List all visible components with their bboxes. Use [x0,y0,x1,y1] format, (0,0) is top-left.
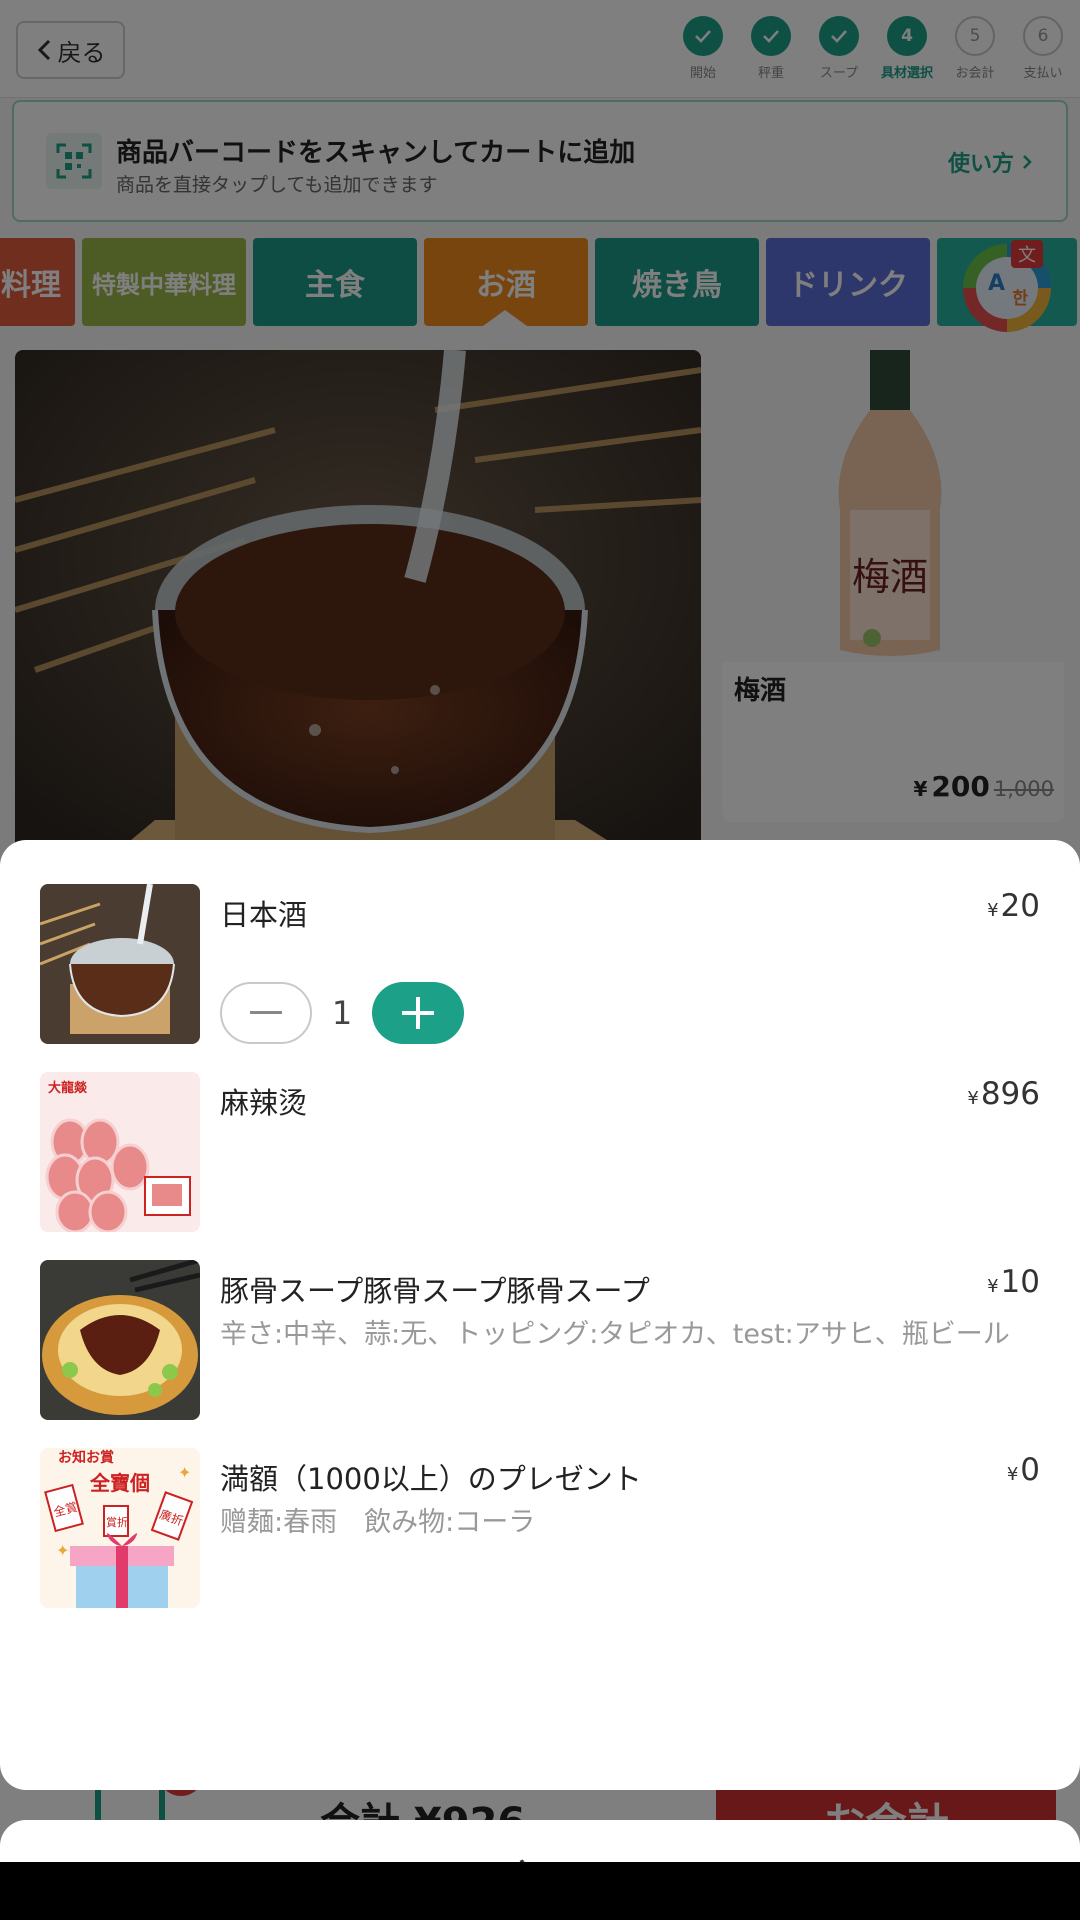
quantity-stepper: 1 [220,982,464,1044]
quantity-value: 1 [331,994,353,1032]
minus-icon [250,1011,282,1014]
price-value: 20 [1000,888,1040,924]
increase-button[interactable] [372,982,464,1044]
decrease-button[interactable] [220,982,312,1044]
svg-text:✦: ✦ [178,1463,191,1482]
cart-item: 日本酒 ¥ 20 1 [40,884,1040,1054]
item-name: 豚骨スープ豚骨スープ豚骨スープ [220,1274,650,1308]
item-name: 日本酒 [220,898,308,932]
item-price: ¥ 10 [987,1264,1040,1300]
item-name: 麻辣烫 [220,1086,308,1120]
price-value: 0 [1020,1452,1040,1488]
cart-item: 豚骨スープ豚骨スープ豚骨スープ 辛さ:中辛、蒜:无、トッピング:タピオカ、tes… [40,1260,1040,1430]
item-thumbnail [40,1260,200,1420]
item-price: ¥ 896 [967,1076,1040,1112]
thumb-brand-text: 大龍燚 [48,1080,88,1096]
currency: ¥ [987,1276,999,1297]
item-thumbnail [40,884,200,1044]
price-value: 10 [1000,1264,1040,1300]
item-thumbnail: 大龍燚 [40,1072,200,1232]
item-options: 赠麺:春雨 飲み物:コーラ [220,1507,536,1538]
item-price: ¥ 20 [987,888,1040,924]
currency: ¥ [987,900,999,921]
item-options: 辛さ:中辛、蒜:无、トッピング:タピオカ、test:アサヒ、瓶ビール [220,1319,1010,1350]
cart-item: 大龍燚 麻辣烫 ¥ 896 [40,1072,1040,1242]
plus-icon [402,997,434,1029]
svg-text:✦: ✦ [56,1541,69,1560]
item-name: 満額（1000以上）のプレゼント [220,1462,642,1496]
gift-thumb-text: 賞折 [106,1515,128,1529]
gift-thumb-text: お知お賞 [58,1449,114,1466]
currency: ¥ [1006,1464,1019,1485]
cart-sheet: 日本酒 ¥ 20 1 大龍燚 麻辣烫 ¥ 896 豚骨スープ豚骨スープ豚骨スープ… [0,840,1080,1790]
back-sheet-label: 戻る [0,1850,1080,1862]
app-screen: 戻る 開始 秤重 スープ 4 [0,0,1080,1862]
item-price: ¥ 0 [1007,1452,1040,1488]
price-value: 896 [980,1076,1040,1112]
back-sheet[interactable]: 戻る [0,1820,1080,1862]
gift-thumb-text: 全寶個 [89,1471,150,1495]
cart-item: お知お賞 全寶個 全賞 賞折 廣折 ✦ ✦ 満額（1000以上）のプレゼント 赠麺… [40,1448,1040,1618]
system-nav-bar [0,1862,1080,1920]
item-thumbnail: お知お賞 全寶個 全賞 賞折 廣折 ✦ ✦ [40,1448,200,1608]
currency: ¥ [967,1088,979,1109]
